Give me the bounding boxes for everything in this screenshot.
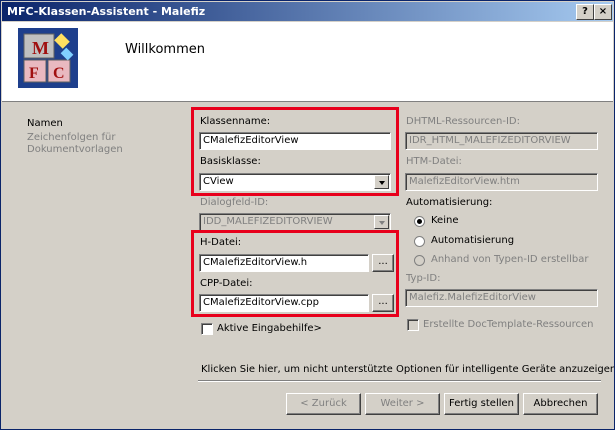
dialog-id-value: IDD_MALEFIZEDITORVIEW xyxy=(203,216,333,227)
type-id-label: Typ-ID: xyxy=(406,273,441,284)
htm-file-label: HTM-Datei: xyxy=(406,156,462,167)
wizard-window: MFC-Klassen-Assistent - Malefiz ? × M F … xyxy=(0,0,615,430)
file-highlight-box xyxy=(191,230,399,317)
smart-device-info[interactable]: Klicken Sie hier, um nicht unterstützte … xyxy=(201,364,614,375)
automation-typeid-radio[interactable] xyxy=(414,255,425,266)
accessibility-checkbox[interactable] xyxy=(201,323,213,335)
doctemplate-checkbox[interactable] xyxy=(407,319,419,331)
type-id-input[interactable]: Malefiz.MalefizEditorView xyxy=(405,289,598,307)
chevron-down-icon[interactable] xyxy=(374,215,389,229)
logo-letter-f: F xyxy=(29,65,39,82)
doctemplate-label[interactable]: Erstellte DocTemplate-Ressourcen xyxy=(423,319,593,330)
class-highlight-box xyxy=(191,107,399,196)
back-button[interactable]: < Zurück xyxy=(286,393,361,415)
logo-letter-m: M xyxy=(32,38,49,58)
dhtml-id-label: DHTML-Ressourcen-ID: xyxy=(406,116,520,127)
window-title: MFC-Klassen-Assistent - Malefiz xyxy=(7,5,206,18)
dialog-id-label: Dialogfeld-ID: xyxy=(200,197,269,208)
automation-radio[interactable] xyxy=(414,236,425,247)
automation-label: Automatisierung: xyxy=(406,197,493,208)
wizard-sidebar: Namen Zeichenfolgen für Dokumentvorlagen xyxy=(18,105,184,381)
sidebar-item-namen[interactable]: Namen xyxy=(18,117,184,131)
automation-none-label[interactable]: Keine xyxy=(431,215,458,226)
automation-none-radio[interactable] xyxy=(414,216,425,227)
dhtml-id-input[interactable]: IDR_HTML_MALEFIZEDITORVIEW xyxy=(405,132,598,150)
footer-separator xyxy=(198,380,601,382)
finish-button[interactable]: Fertig stellen xyxy=(444,393,519,415)
logo-letter-c: C xyxy=(53,65,65,82)
cancel-button[interactable]: Abbrechen xyxy=(523,393,598,415)
automation-typeid-label[interactable]: Anhand von Typen-ID erstellbar xyxy=(431,254,589,265)
page-title: Willkommen xyxy=(125,42,205,57)
wizard-header: M F C Willkommen xyxy=(2,22,613,102)
sidebar-item-zeichenfolgen[interactable]: Zeichenfolgen für Dokumentvorlagen xyxy=(18,131,184,157)
title-bar[interactable]: MFC-Klassen-Assistent - Malefiz ? × xyxy=(2,2,613,21)
help-button[interactable]: ? xyxy=(576,4,594,20)
close-button[interactable]: × xyxy=(594,4,612,20)
next-button[interactable]: Weiter > xyxy=(365,393,440,415)
accessibility-label[interactable]: Aktive Eingabehilfe> xyxy=(217,323,322,334)
automation-option-label[interactable]: Automatisierung xyxy=(431,235,514,246)
htm-file-input[interactable]: MalefizEditorView.htm xyxy=(405,173,598,191)
dialog-id-select[interactable]: IDD_MALEFIZEDITORVIEW xyxy=(199,213,391,231)
mfc-logo-icon: M F C xyxy=(18,28,78,88)
